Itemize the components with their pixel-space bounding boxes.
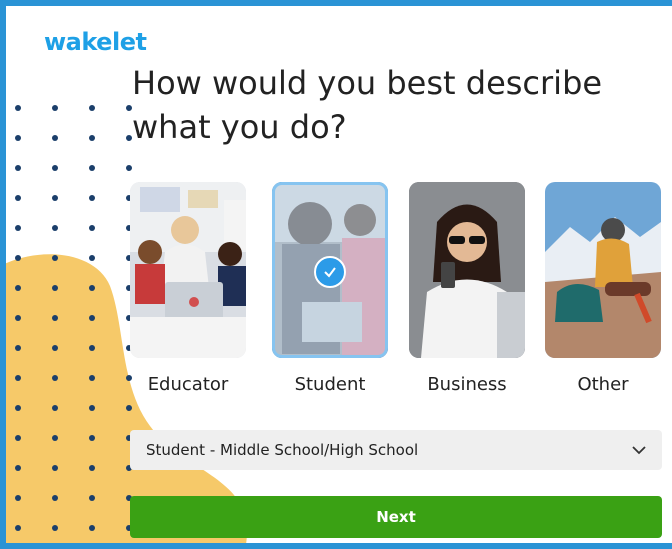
next-button[interactable]: Next xyxy=(130,496,662,538)
option-card-educator[interactable]: Educator xyxy=(130,182,246,395)
chevron-down-icon xyxy=(632,441,646,459)
decorative-dot xyxy=(52,165,58,171)
page-title: How would you best describe what you do? xyxy=(132,64,603,146)
decorative-dot xyxy=(52,195,58,201)
decorative-dot xyxy=(52,135,58,141)
role-options: Educator Student Business Other xyxy=(130,182,666,395)
decorative-dot xyxy=(89,165,95,171)
option-card-business[interactable]: Business xyxy=(409,182,525,395)
hiker-on-mountain-photo xyxy=(545,182,661,358)
decorative-dot xyxy=(15,165,21,171)
option-label: Other xyxy=(577,374,629,395)
decorative-dot xyxy=(126,165,132,171)
option-card-other[interactable]: Other xyxy=(545,182,661,395)
woman-with-phone-photo xyxy=(409,182,525,358)
option-label: Educator xyxy=(147,374,229,395)
selected-check-icon xyxy=(314,256,346,288)
teacher-with-students-photo xyxy=(130,182,246,358)
wakelet-logo: wakelet xyxy=(44,28,147,56)
student-type-value: Student - Middle School/High School xyxy=(146,441,419,459)
decorative-dot xyxy=(15,195,21,201)
student-type-select[interactable]: Student - Middle School/High School xyxy=(130,430,662,470)
decorative-dot xyxy=(89,195,95,201)
decorative-dot xyxy=(89,105,95,111)
decorative-dot xyxy=(89,135,95,141)
option-card-student[interactable]: Student xyxy=(272,182,388,395)
decorative-dot xyxy=(52,105,58,111)
decorative-dot xyxy=(15,225,21,231)
option-label: Student xyxy=(294,374,366,395)
decorative-dot xyxy=(52,225,58,231)
decorative-dot xyxy=(89,225,95,231)
option-label: Business xyxy=(427,374,507,395)
signup-frame: wakelet How would you best describe what… xyxy=(0,0,672,549)
decorative-dot xyxy=(15,135,21,141)
decorative-dot xyxy=(15,105,21,111)
students-with-laptop-photo xyxy=(272,182,388,358)
